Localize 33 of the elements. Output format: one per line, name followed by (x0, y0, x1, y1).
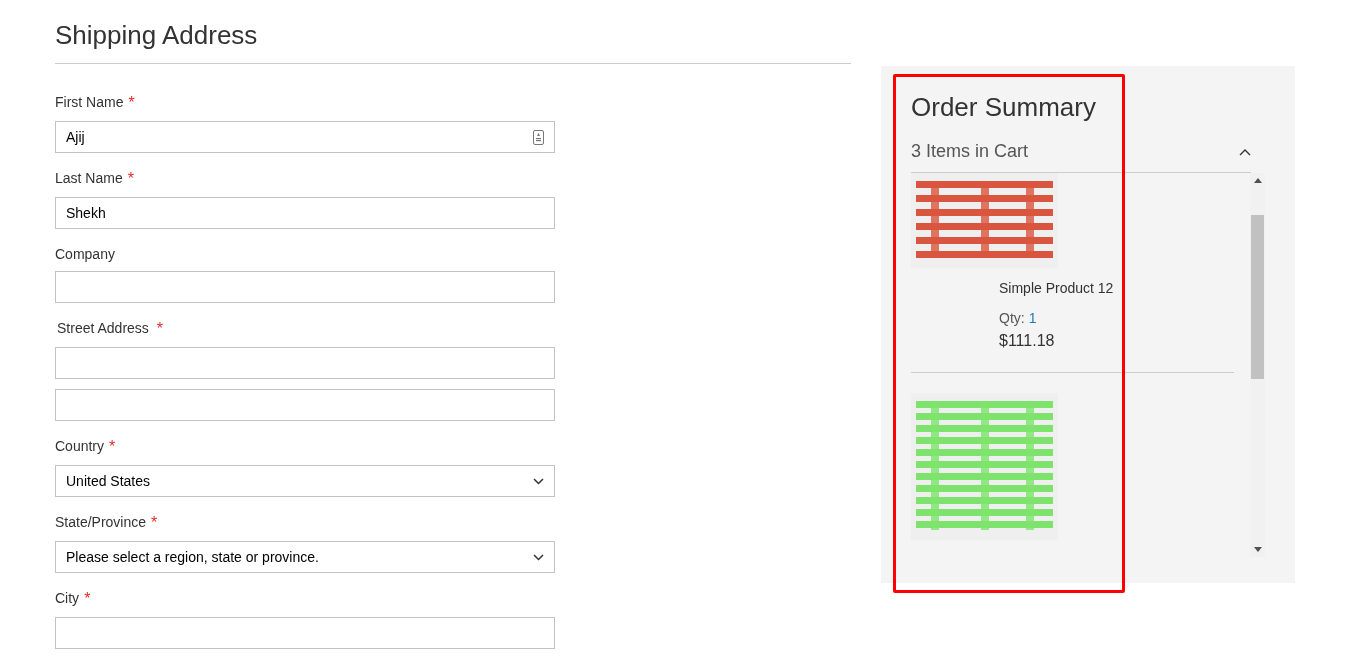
input-field[interactable] (55, 347, 555, 379)
required-mark: * (84, 590, 91, 608)
field-label: State/Province (55, 514, 147, 532)
field-label: Country (55, 438, 105, 456)
required-mark: * (127, 170, 134, 188)
input-field[interactable] (55, 617, 555, 649)
product-name: Simple Product 12 (999, 280, 1115, 296)
select-field[interactable]: Please select a region, state or province. (55, 541, 555, 573)
summary-title: Order Summary (911, 92, 1097, 123)
field-label: City (55, 590, 80, 608)
cart-count[interactable]: 3 Items in Cart (911, 141, 1029, 162)
required-mark: * (151, 514, 158, 532)
field-label: Street Address (56, 320, 149, 338)
qty-value: 1 (1028, 310, 1037, 326)
chevron-down-icon (533, 553, 544, 561)
section-title: Shipping Address (55, 20, 851, 64)
scroll-up-icon[interactable] (1253, 178, 1262, 183)
required-mark: * (128, 94, 135, 112)
required-mark: * (156, 320, 164, 338)
input-field[interactable]: Shekh (55, 197, 555, 229)
qty-label: Qty: (999, 310, 1025, 326)
input-field[interactable] (55, 389, 555, 421)
scroll-down-icon[interactable] (1253, 547, 1262, 552)
select-field[interactable]: United States (55, 465, 555, 497)
input-field[interactable]: Ajij (55, 121, 555, 153)
input-field[interactable] (55, 271, 555, 303)
field-label: First Name (55, 94, 124, 112)
required-mark: * (109, 438, 116, 456)
field-label: Last Name (55, 170, 123, 188)
field-label: Company (55, 246, 115, 262)
chevron-up-icon[interactable] (1239, 147, 1251, 156)
chevron-down-icon (533, 477, 544, 485)
product-price: $111.18 (999, 332, 1056, 350)
